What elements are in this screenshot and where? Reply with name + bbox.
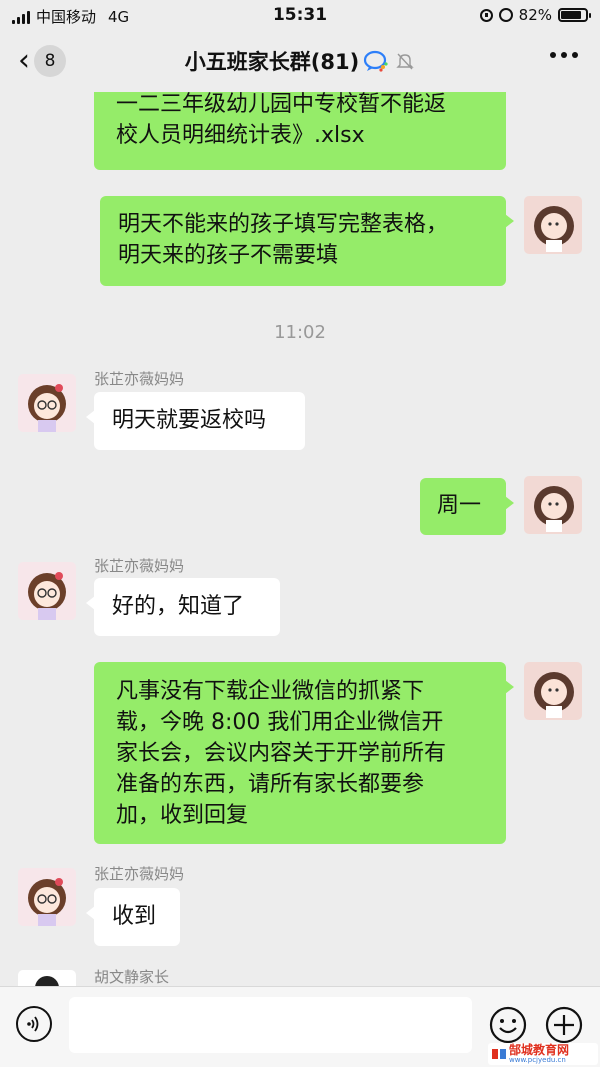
avatar-image [524, 476, 582, 534]
self-avatar[interactable] [524, 196, 582, 254]
voice-icon [27, 1016, 39, 1032]
voice-button[interactable] [16, 1006, 52, 1042]
message-timestamp: 11:02 [274, 322, 326, 343]
more-button[interactable] [550, 52, 578, 58]
message-bubble-other[interactable]: 收到 [86, 888, 180, 946]
watermark-text-group: 郜城教育网 www.pcjyedu.cn [509, 1044, 569, 1064]
sender-name: 张芷亦薇妈妈 [94, 370, 185, 388]
orientation-lock-icon [479, 8, 493, 22]
message-line: 加，收到回复 [116, 803, 249, 828]
avatar-image [18, 562, 76, 620]
message-line: 载，今晚 8:00 我们用企业微信开 [116, 710, 444, 735]
avatar-image [524, 662, 582, 720]
emoji-icon[interactable] [489, 1006, 527, 1044]
battery-fill [561, 11, 581, 19]
message-bubble-self[interactable]: 明天不能来的孩子填写完整表格， 明天来的孩子不需要填 [100, 196, 514, 286]
site-watermark: 郜城教育网 www.pcjyedu.cn [488, 1043, 598, 1065]
plus-icon[interactable] [545, 1006, 583, 1044]
sender-name: 张芷亦薇妈妈 [94, 865, 185, 883]
self-avatar[interactable] [524, 662, 582, 720]
message-line: 明天不能来的孩子填写完整表格， [118, 212, 449, 237]
message-line: 一二三年级幼儿园中专校暂不能返 [116, 92, 447, 117]
watermark-url: www.pcjyedu.cn [509, 1056, 566, 1064]
avatar-image [18, 374, 76, 432]
battery-percent: 82% [518, 6, 552, 24]
input-bar: 郜城教育网 www.pcjyedu.cn [0, 986, 600, 1067]
message-line: 家长会，会议内容关于开学前所有 [116, 741, 447, 766]
watermark-text: 郜城教育网 [509, 1043, 570, 1057]
sender-name: 张芷亦薇妈妈 [94, 557, 185, 575]
member-avatar[interactable] [18, 562, 76, 620]
alarm-icon [498, 8, 513, 22]
avatar-image [18, 868, 76, 926]
message-text: 收到 [112, 904, 157, 929]
avatar-image [524, 196, 582, 254]
member-avatar[interactable] [18, 970, 76, 986]
message-bubble-self[interactable]: 周一 [420, 478, 514, 535]
status-right: 82% [479, 6, 591, 24]
message-line: 明天来的孩子不需要填 [118, 243, 339, 268]
mute-bell-icon [396, 53, 414, 70]
chat-title: 小五班家长群(81) [184, 50, 360, 74]
status-bar: 中国移动 4G 15:31 82% [0, 0, 600, 30]
message-bubble-self[interactable]: 凡事没有下载企业微信的抓紧下 载，今晚 8:00 我们用企业微信开 家长会，会议… [94, 662, 514, 844]
chat-header: ‹ 8 小五班家长群(81) [0, 30, 600, 92]
avatar-image [18, 970, 76, 986]
message-text: 周一 [437, 493, 482, 518]
message-bubble-other[interactable]: 好的，知道了 [86, 578, 280, 636]
watermark-logo-icon [492, 1049, 506, 1059]
battery-icon [558, 8, 591, 22]
message-input[interactable] [69, 997, 472, 1053]
sender-name: 胡文静家长 [94, 968, 170, 986]
message-line: 校人员明细统计表》.xlsx [116, 123, 365, 148]
message-text: 明天就要返校吗 [112, 408, 267, 433]
wecom-icon [364, 50, 388, 72]
message-text: 好的，知道了 [112, 594, 245, 619]
message-bubble-other[interactable]: 明天就要返校吗 [86, 392, 305, 450]
chat-message-list[interactable]: 一二三年级幼儿园中专校暂不能返 校人员明细统计表》.xlsx 明天不能来的孩子填… [0, 92, 600, 986]
self-avatar[interactable] [524, 476, 582, 534]
member-avatar[interactable] [18, 374, 76, 432]
member-avatar[interactable] [18, 868, 76, 926]
more-icon [550, 52, 556, 58]
chat-title-wrap: 小五班家长群(81) [0, 46, 600, 76]
message-bubble-self[interactable]: 一二三年级幼儿园中专校暂不能返 校人员明细统计表》.xlsx [94, 92, 506, 170]
message-line: 准备的东西，请所有家长都要参 [116, 772, 425, 797]
message-line: 凡事没有下载企业微信的抓紧下 [116, 679, 425, 704]
